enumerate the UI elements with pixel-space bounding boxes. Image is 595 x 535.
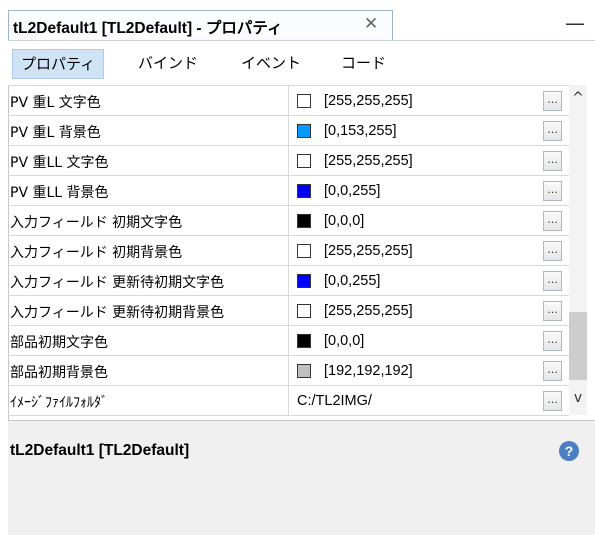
column-divider (288, 356, 289, 386)
ellipsis-button[interactable]: ... (543, 241, 562, 261)
column-divider (288, 236, 289, 266)
properties-tab[interactable]: tL2Default1 [TL2Default] - プロパティ ✕ (8, 10, 393, 40)
property-value[interactable]: [0,0,255] (324, 183, 380, 199)
ellipsis-button[interactable]: ... (543, 301, 562, 321)
property-row[interactable]: 部品初期背景色 [192,192,192] ... (8, 356, 569, 386)
close-icon[interactable]: ✕ (364, 14, 378, 34)
ellipsis-button[interactable]: ... (543, 211, 562, 231)
column-divider (288, 86, 289, 116)
column-divider (288, 386, 289, 416)
property-value[interactable]: [255,255,255] (324, 303, 413, 319)
property-name: 入力フィールド 初期背景色 (10, 245, 183, 261)
minimize-icon[interactable]: — (565, 11, 585, 35)
title-bar: tL2Default1 [TL2Default] - プロパティ ✕ — (0, 0, 595, 40)
tab-title: tL2Default1 [TL2Default] - プロパティ (13, 20, 283, 37)
tab-code[interactable]: コード (333, 49, 394, 77)
column-divider (288, 296, 289, 326)
column-divider (288, 266, 289, 296)
description-panel: tL2Default1 [TL2Default] ? (8, 420, 595, 535)
property-row[interactable]: PV 重LL 文字色 [255,255,255] ... (8, 146, 569, 176)
property-row[interactable]: 入力フィールド 更新待初期文字色 [0,0,255] ... (8, 266, 569, 296)
tab-properties[interactable]: プロパティ (12, 49, 105, 79)
color-swatch (297, 214, 311, 228)
color-swatch (297, 154, 311, 168)
property-row[interactable]: PV 重LL 背景色 [0,0,255] ... (8, 176, 569, 206)
column-divider (288, 116, 289, 146)
color-swatch (297, 124, 311, 138)
ellipsis-button[interactable]: ... (543, 391, 562, 411)
property-value[interactable]: [0,0,0] (324, 333, 364, 349)
property-name: 入力フィールド 初期文字色 (10, 215, 183, 231)
property-name: PV 重L 背景色 (10, 125, 101, 141)
property-value[interactable]: [255,255,255] (324, 243, 413, 259)
tab-event[interactable]: イベント (233, 49, 309, 77)
color-swatch (297, 304, 311, 318)
property-name: 入力フィールド 更新待初期背景色 (10, 305, 225, 321)
column-divider (288, 176, 289, 206)
chevron-up-icon[interactable]: ^ (569, 90, 587, 110)
color-swatch (297, 244, 311, 258)
property-value[interactable]: [255,255,255] (324, 153, 413, 169)
property-row[interactable]: PV 重L 背景色 [0,153,255] ... (8, 116, 569, 146)
property-value[interactable]: [0,0,0] (324, 213, 364, 229)
property-name: PV 重LL 背景色 (10, 185, 109, 201)
property-value[interactable]: [0,153,255] (324, 123, 397, 139)
property-value[interactable]: [0,0,255] (324, 273, 380, 289)
property-row[interactable]: 部品初期文字色 [0,0,0] ... (8, 326, 569, 356)
property-grid: PV 重L 文字色 [255,255,255] ... PV 重L 背景色 [0… (8, 85, 569, 416)
property-name: ｲﾒｰｼﾞﾌｧｲﾙﾌｫﾙﾀﾞ (10, 395, 108, 411)
color-swatch (297, 184, 311, 198)
column-divider (288, 326, 289, 356)
property-name: 入力フィールド 更新待初期文字色 (10, 275, 225, 291)
ellipsis-button[interactable]: ... (543, 91, 562, 111)
ellipsis-button[interactable]: ... (543, 151, 562, 171)
property-row[interactable]: 入力フィールド 初期文字色 [0,0,0] ... (8, 206, 569, 236)
column-divider (288, 206, 289, 236)
ellipsis-button[interactable]: ... (543, 121, 562, 141)
chevron-down-icon[interactable]: v (569, 390, 587, 410)
ellipsis-button[interactable]: ... (543, 331, 562, 351)
color-swatch (297, 334, 311, 348)
description-title: tL2Default1 [TL2Default] (10, 442, 190, 459)
property-value[interactable]: C:/TL2IMG/ (297, 393, 372, 409)
ellipsis-button[interactable]: ... (543, 361, 562, 381)
property-row[interactable]: 入力フィールド 更新待初期背景色 [255,255,255] ... (8, 296, 569, 326)
column-divider (288, 146, 289, 176)
tab-bind[interactable]: バインド (130, 49, 206, 77)
subtab-bar: プロパティ バインド イベント コード (8, 40, 595, 85)
property-name: 部品初期文字色 (10, 335, 108, 351)
property-name: PV 重L 文字色 (10, 95, 101, 111)
property-name: 部品初期背景色 (10, 365, 108, 381)
property-name: PV 重LL 文字色 (10, 155, 109, 171)
scrollbar-thumb[interactable] (569, 312, 587, 380)
property-row[interactable]: 入力フィールド 初期背景色 [255,255,255] ... (8, 236, 569, 266)
color-swatch (297, 274, 311, 288)
property-row[interactable]: ｲﾒｰｼﾞﾌｧｲﾙﾌｫﾙﾀﾞ C:/TL2IMG/ ... (8, 386, 569, 416)
color-swatch (297, 94, 311, 108)
property-value[interactable]: [255,255,255] (324, 93, 413, 109)
property-value[interactable]: [192,192,192] (324, 363, 413, 379)
ellipsis-button[interactable]: ... (543, 181, 562, 201)
help-icon[interactable]: ? (559, 441, 579, 461)
property-row[interactable]: PV 重L 文字色 [255,255,255] ... (8, 86, 569, 116)
color-swatch (297, 364, 311, 378)
ellipsis-button[interactable]: ... (543, 271, 562, 291)
